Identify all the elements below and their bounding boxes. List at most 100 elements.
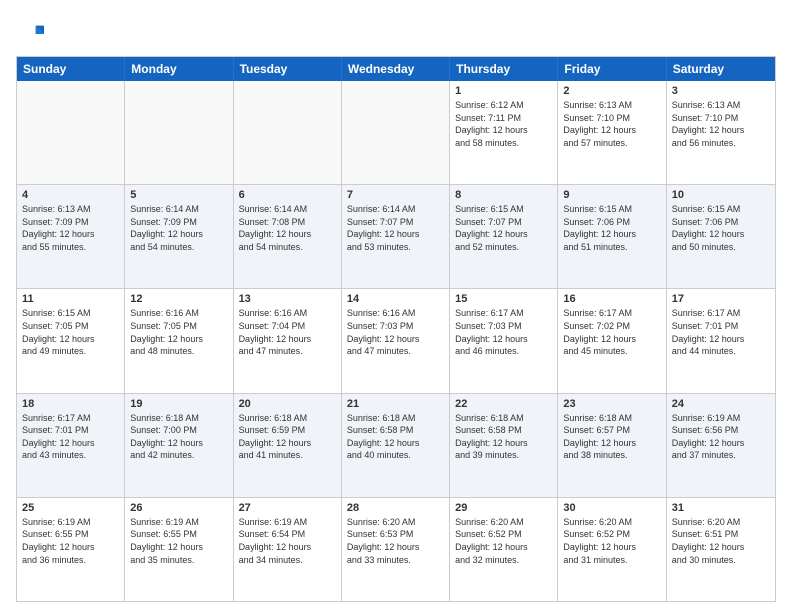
cal-cell-5-4: 28 Sunrise: 6:20 AM Sunset: 6:53 PM Dayli…	[342, 498, 450, 601]
day-info: Sunrise: 6:19 AM Sunset: 6:56 PM Dayligh…	[672, 412, 770, 462]
cal-cell-5-3: 27 Sunrise: 6:19 AM Sunset: 6:54 PM Dayli…	[234, 498, 342, 601]
header-cell-tuesday: Tuesday	[234, 57, 342, 81]
week-row-1: 1Sunrise: 6:12 AM Sunset: 7:11 PM Daylig…	[17, 81, 775, 185]
day-info: Sunrise: 6:14 AM Sunset: 7:08 PM Dayligh…	[239, 203, 336, 253]
header-cell-thursday: Thursday	[450, 57, 558, 81]
day-number: 28	[347, 502, 444, 514]
day-number: 31	[672, 502, 770, 514]
day-number: 12	[130, 293, 227, 305]
day-info: Sunrise: 6:14 AM Sunset: 7:07 PM Dayligh…	[347, 203, 444, 253]
day-number: 7	[347, 189, 444, 201]
header-cell-wednesday: Wednesday	[342, 57, 450, 81]
cal-cell-5-1: 25 Sunrise: 6:19 AM Sunset: 6:55 PM Dayli…	[17, 498, 125, 601]
day-info: Sunrise: 6:16 AM Sunset: 7:05 PM Dayligh…	[130, 307, 227, 357]
day-info: Sunrise: 6:19 AM Sunset: 6:54 PM Dayligh…	[239, 516, 336, 566]
week-row-2: 4 Sunrise: 6:13 AM Sunset: 7:09 PM Daylig…	[17, 185, 775, 289]
day-number: 26	[130, 502, 227, 514]
day-number: 2	[563, 85, 660, 97]
day-info: Sunrise: 6:20 AM Sunset: 6:52 PM Dayligh…	[455, 516, 552, 566]
cal-cell-3-7: 17Sunrise: 6:17 AM Sunset: 7:01 PM Dayli…	[667, 289, 775, 392]
cal-cell-4-5: 22Sunrise: 6:18 AM Sunset: 6:58 PM Dayli…	[450, 394, 558, 497]
day-info: Sunrise: 6:20 AM Sunset: 6:53 PM Dayligh…	[347, 516, 444, 566]
day-number: 10	[672, 189, 770, 201]
day-number: 4	[22, 189, 119, 201]
cal-cell-5-7: 31 Sunrise: 6:20 AM Sunset: 6:51 PM Dayli…	[667, 498, 775, 601]
day-info: Sunrise: 6:20 AM Sunset: 6:51 PM Dayligh…	[672, 516, 770, 566]
cal-cell-3-2: 12 Sunrise: 6:16 AM Sunset: 7:05 PM Dayli…	[125, 289, 233, 392]
day-info: Sunrise: 6:17 AM Sunset: 7:02 PM Dayligh…	[563, 307, 660, 357]
cal-cell-1-1	[17, 81, 125, 184]
cal-cell-1-4	[342, 81, 450, 184]
day-number: 18	[22, 398, 119, 410]
cal-cell-4-3: 20 Sunrise: 6:18 AM Sunset: 6:59 PM Dayli…	[234, 394, 342, 497]
cal-cell-5-6: 30Sunrise: 6:20 AM Sunset: 6:52 PM Dayli…	[558, 498, 666, 601]
day-info: Sunrise: 6:18 AM Sunset: 6:59 PM Dayligh…	[239, 412, 336, 462]
calendar: SundayMondayTuesdayWednesdayThursdayFrid…	[16, 56, 776, 602]
cal-cell-5-2: 26 Sunrise: 6:19 AM Sunset: 6:55 PM Dayli…	[125, 498, 233, 601]
day-info: Sunrise: 6:15 AM Sunset: 7:06 PM Dayligh…	[563, 203, 660, 253]
header-cell-friday: Friday	[558, 57, 666, 81]
cal-cell-3-4: 14 Sunrise: 6:16 AM Sunset: 7:03 PM Dayli…	[342, 289, 450, 392]
day-number: 13	[239, 293, 336, 305]
header-cell-saturday: Saturday	[667, 57, 775, 81]
week-row-4: 18Sunrise: 6:17 AM Sunset: 7:01 PM Dayli…	[17, 394, 775, 498]
cal-cell-1-5: 1Sunrise: 6:12 AM Sunset: 7:11 PM Daylig…	[450, 81, 558, 184]
day-info: Sunrise: 6:15 AM Sunset: 7:05 PM Dayligh…	[22, 307, 119, 357]
calendar-header: SundayMondayTuesdayWednesdayThursdayFrid…	[17, 57, 775, 81]
header-cell-sunday: Sunday	[17, 57, 125, 81]
day-number: 5	[130, 189, 227, 201]
week-row-3: 11 Sunrise: 6:15 AM Sunset: 7:05 PM Dayli…	[17, 289, 775, 393]
cal-cell-2-5: 8Sunrise: 6:15 AM Sunset: 7:07 PM Daylig…	[450, 185, 558, 288]
cal-cell-3-6: 16 Sunrise: 6:17 AM Sunset: 7:02 PM Dayli…	[558, 289, 666, 392]
cal-cell-4-7: 24Sunrise: 6:19 AM Sunset: 6:56 PM Dayli…	[667, 394, 775, 497]
day-number: 11	[22, 293, 119, 305]
day-number: 16	[563, 293, 660, 305]
logo	[16, 20, 48, 48]
cal-cell-2-1: 4 Sunrise: 6:13 AM Sunset: 7:09 PM Daylig…	[17, 185, 125, 288]
day-info: Sunrise: 6:19 AM Sunset: 6:55 PM Dayligh…	[22, 516, 119, 566]
day-number: 21	[347, 398, 444, 410]
day-info: Sunrise: 6:16 AM Sunset: 7:03 PM Dayligh…	[347, 307, 444, 357]
page: SundayMondayTuesdayWednesdayThursdayFrid…	[0, 0, 792, 612]
calendar-body: 1Sunrise: 6:12 AM Sunset: 7:11 PM Daylig…	[17, 81, 775, 601]
cal-cell-2-2: 5Sunrise: 6:14 AM Sunset: 7:09 PM Daylig…	[125, 185, 233, 288]
cal-cell-4-2: 19 Sunrise: 6:18 AM Sunset: 7:00 PM Dayli…	[125, 394, 233, 497]
cal-cell-4-4: 21 Sunrise: 6:18 AM Sunset: 6:58 PM Dayli…	[342, 394, 450, 497]
cal-cell-1-6: 2 Sunrise: 6:13 AM Sunset: 7:10 PM Daylig…	[558, 81, 666, 184]
day-info: Sunrise: 6:13 AM Sunset: 7:10 PM Dayligh…	[672, 99, 770, 149]
day-info: Sunrise: 6:13 AM Sunset: 7:10 PM Dayligh…	[563, 99, 660, 149]
header-cell-monday: Monday	[125, 57, 233, 81]
cal-cell-5-5: 29 Sunrise: 6:20 AM Sunset: 6:52 PM Dayli…	[450, 498, 558, 601]
day-number: 20	[239, 398, 336, 410]
day-info: Sunrise: 6:19 AM Sunset: 6:55 PM Dayligh…	[130, 516, 227, 566]
cal-cell-4-6: 23Sunrise: 6:18 AM Sunset: 6:57 PM Dayli…	[558, 394, 666, 497]
day-number: 9	[563, 189, 660, 201]
header	[16, 16, 776, 48]
day-number: 14	[347, 293, 444, 305]
cal-cell-3-5: 15 Sunrise: 6:17 AM Sunset: 7:03 PM Dayli…	[450, 289, 558, 392]
day-info: Sunrise: 6:18 AM Sunset: 6:58 PM Dayligh…	[347, 412, 444, 462]
day-number: 30	[563, 502, 660, 514]
cal-cell-2-3: 6 Sunrise: 6:14 AM Sunset: 7:08 PM Daylig…	[234, 185, 342, 288]
day-info: Sunrise: 6:17 AM Sunset: 7:03 PM Dayligh…	[455, 307, 552, 357]
cal-cell-1-2	[125, 81, 233, 184]
day-number: 29	[455, 502, 552, 514]
day-number: 25	[22, 502, 119, 514]
day-number: 19	[130, 398, 227, 410]
day-info: Sunrise: 6:15 AM Sunset: 7:07 PM Dayligh…	[455, 203, 552, 253]
day-info: Sunrise: 6:18 AM Sunset: 6:57 PM Dayligh…	[563, 412, 660, 462]
day-number: 15	[455, 293, 552, 305]
day-info: Sunrise: 6:13 AM Sunset: 7:09 PM Dayligh…	[22, 203, 119, 253]
day-number: 6	[239, 189, 336, 201]
day-number: 27	[239, 502, 336, 514]
day-info: Sunrise: 6:16 AM Sunset: 7:04 PM Dayligh…	[239, 307, 336, 357]
day-number: 1	[455, 85, 552, 97]
day-info: Sunrise: 6:17 AM Sunset: 7:01 PM Dayligh…	[672, 307, 770, 357]
cal-cell-2-6: 9 Sunrise: 6:15 AM Sunset: 7:06 PM Daylig…	[558, 185, 666, 288]
cal-cell-4-1: 18Sunrise: 6:17 AM Sunset: 7:01 PM Dayli…	[17, 394, 125, 497]
day-info: Sunrise: 6:15 AM Sunset: 7:06 PM Dayligh…	[672, 203, 770, 253]
logo-icon	[16, 20, 44, 48]
week-row-5: 25 Sunrise: 6:19 AM Sunset: 6:55 PM Dayli…	[17, 498, 775, 601]
day-info: Sunrise: 6:18 AM Sunset: 7:00 PM Dayligh…	[130, 412, 227, 462]
cal-cell-3-1: 11 Sunrise: 6:15 AM Sunset: 7:05 PM Dayli…	[17, 289, 125, 392]
